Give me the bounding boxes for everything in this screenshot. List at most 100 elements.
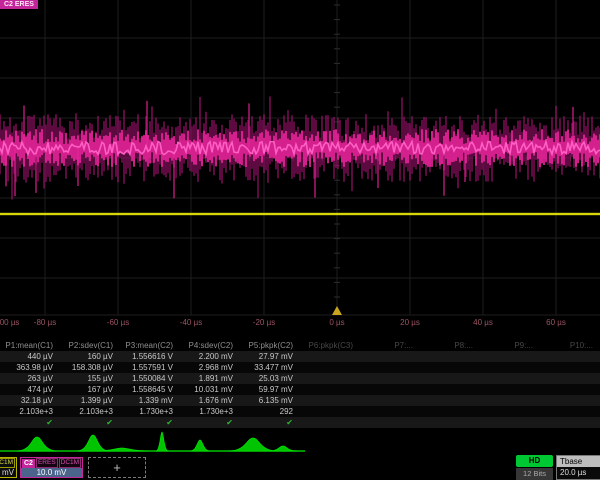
measure-cell xyxy=(540,417,600,428)
measure-cell: 10.031 mV xyxy=(180,384,240,395)
measure-cell: 6.135 mV xyxy=(240,395,300,406)
c2-descriptor-box[interactable]: C2 ERES DC1M 10.0 mV xyxy=(20,457,83,478)
measure-cell: 59.97 mV xyxy=(240,384,300,395)
measure-cell xyxy=(480,351,540,362)
measure-cell xyxy=(540,373,600,384)
c1-descriptor-box[interactable]: C1M 0 mV xyxy=(0,457,17,478)
measure-cell: 292 xyxy=(240,406,300,417)
trigger-time-marker xyxy=(332,306,342,315)
hd-bits-label: 12 Bits xyxy=(516,468,553,480)
param-header-P6[interactable]: P6:pkpk(C3) xyxy=(300,340,360,351)
c2-coupling-badge: DC1M xyxy=(59,458,81,468)
c2-scale-value: 10.0 mV xyxy=(21,468,82,477)
time-axis-label: 40 µs xyxy=(473,318,493,327)
c2-eres-badge: ERES xyxy=(36,458,58,468)
measure-cell xyxy=(420,351,480,362)
measure-cell xyxy=(420,373,480,384)
measure-cell: 158.308 µV xyxy=(60,362,120,373)
measure-cell: 1.558645 V xyxy=(120,384,180,395)
measure-cell xyxy=(360,373,420,384)
add-trace-button[interactable]: + xyxy=(88,457,146,478)
measure-cell xyxy=(360,417,420,428)
measure-cell: 474 µV xyxy=(0,384,60,395)
measure-cell xyxy=(360,406,420,417)
timebase-descriptor-box[interactable]: Tbase 20.0 µs xyxy=(556,455,600,480)
param-header-P7[interactable]: P7:... xyxy=(360,340,420,351)
timebase-value: 20.0 µs xyxy=(557,467,600,479)
measure-cell: 1.339 mV xyxy=(120,395,180,406)
measure-cell: 2.103e+3 xyxy=(0,406,60,417)
param-header-P4[interactable]: P4:sdev(C2) xyxy=(180,340,240,351)
c2-descriptor-header: C2 ERES DC1M xyxy=(21,458,82,468)
measure-cell xyxy=(300,406,360,417)
measure-cell xyxy=(540,384,600,395)
measure-cell xyxy=(300,395,360,406)
status-check-icon: ✔ xyxy=(120,417,180,428)
measure-cell xyxy=(360,351,420,362)
measure-cell: 1.730e+3 xyxy=(180,406,240,417)
time-axis: -100 µs-80 µs-60 µs-40 µs-20 µs0 µs20 µs… xyxy=(0,316,600,330)
measure-cell xyxy=(420,417,480,428)
param-header-P3[interactable]: P3:mean(C2) xyxy=(120,340,180,351)
measure-cell xyxy=(480,406,540,417)
measure-cell xyxy=(480,384,540,395)
measure-cell: 263 µV xyxy=(0,373,60,384)
time-axis-label: 0 µs xyxy=(329,318,344,327)
time-axis-label: -60 µs xyxy=(107,318,129,327)
math-trace-strip xyxy=(0,429,600,455)
measure-cell: 1.550084 V xyxy=(120,373,180,384)
measure-cell xyxy=(540,406,600,417)
measure-cell: 33.477 mV xyxy=(240,362,300,373)
timebase-label: Tbase xyxy=(557,456,600,467)
measure-cell: 32.18 µV xyxy=(0,395,60,406)
measure-cell: 155 µV xyxy=(60,373,120,384)
oscilloscope-screen: C2 ERES -100 µs-80 µs-60 µs-40 µs-20 µs0… xyxy=(0,0,600,480)
measure-cell xyxy=(480,395,540,406)
measure-cell: 1.676 mV xyxy=(180,395,240,406)
time-axis-label: -100 µs xyxy=(0,318,19,327)
measure-cell xyxy=(540,362,600,373)
measure-cell: 1.891 mV xyxy=(180,373,240,384)
param-header-P5[interactable]: P5:pkpk(C2) xyxy=(240,340,300,351)
time-axis-label: 20 µs xyxy=(400,318,420,327)
measure-cell: 160 µV xyxy=(60,351,120,362)
measure-cell xyxy=(300,373,360,384)
measure-cell xyxy=(300,362,360,373)
param-header-P1[interactable]: P1:mean(C1) xyxy=(0,340,60,351)
measurement-table: P1:mean(C1)P2:sdev(C1)P3:mean(C2)P4:sdev… xyxy=(0,340,600,428)
measure-cell: 2.103e+3 xyxy=(60,406,120,417)
measure-cell xyxy=(420,362,480,373)
measure-cell xyxy=(540,351,600,362)
measure-cell: 2.200 mV xyxy=(180,351,240,362)
measure-cell: 1.557591 V xyxy=(120,362,180,373)
param-header-P2[interactable]: P2:sdev(C1) xyxy=(60,340,120,351)
trace-label-badge[interactable]: C2 ERES xyxy=(0,0,38,9)
measure-cell xyxy=(480,417,540,428)
measure-cell xyxy=(480,373,540,384)
measure-cell: 25.03 mV xyxy=(240,373,300,384)
measure-cell: 27.97 mV xyxy=(240,351,300,362)
measure-cell xyxy=(420,395,480,406)
c2-channel-tag: C2 xyxy=(22,459,35,468)
status-check-icon: ✔ xyxy=(0,417,60,428)
measure-cell: 167 µV xyxy=(60,384,120,395)
param-header-P10[interactable]: P10:... xyxy=(540,340,600,351)
measure-cell xyxy=(420,406,480,417)
measure-cell: 1.730e+3 xyxy=(120,406,180,417)
time-axis-label: -20 µs xyxy=(253,318,275,327)
time-axis-label: -80 µs xyxy=(34,318,56,327)
measure-cell xyxy=(420,384,480,395)
measure-cell xyxy=(480,362,540,373)
hd-mode-badge: HD xyxy=(516,455,553,467)
measure-cell xyxy=(360,362,420,373)
plus-icon: + xyxy=(89,458,145,477)
measure-cell xyxy=(300,384,360,395)
c1-scale-value: 0 mV xyxy=(0,468,16,477)
status-check-icon: ✔ xyxy=(240,417,300,428)
param-header-P9[interactable]: P9:... xyxy=(480,340,540,351)
measure-cell xyxy=(300,351,360,362)
param-header-P8[interactable]: P8:... xyxy=(420,340,480,351)
waveform-display xyxy=(0,0,600,316)
measure-cell: 363.98 µV xyxy=(0,362,60,373)
measure-cell: 1.399 µV xyxy=(60,395,120,406)
